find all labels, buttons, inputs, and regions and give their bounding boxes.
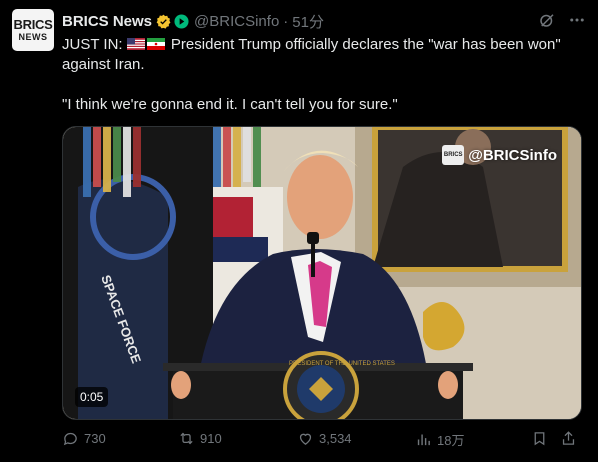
- repost-icon: [180, 432, 193, 445]
- views-button[interactable]: 18万: [415, 430, 464, 449]
- post-time[interactable]: 51分: [292, 11, 324, 32]
- action-bar: 730 910 3,534 18万: [62, 430, 580, 450]
- like-button[interactable]: 3,534: [297, 430, 352, 447]
- bookmark-button[interactable]: [531, 430, 548, 447]
- brics-logo-icon: BRICS: [442, 145, 465, 165]
- reply-icon: [63, 432, 77, 446]
- watermark-text: @BRICSinfo: [468, 146, 557, 164]
- us-flag-icon: [126, 38, 145, 50]
- views-icon: [417, 434, 430, 446]
- reply-button[interactable]: 730: [62, 430, 106, 447]
- avatar-bottom-text: NEWS: [18, 32, 48, 42]
- video-duration: 0:05: [75, 387, 109, 407]
- share-button[interactable]: [560, 430, 577, 447]
- post-text: JUST IN: President Trump officially decl…: [62, 35, 582, 115]
- just-in-label: JUST IN:: [62, 36, 123, 53]
- separator-dot: ·: [283, 12, 289, 30]
- heart-icon: [299, 433, 312, 445]
- iran-flag-icon: [146, 38, 165, 50]
- display-name[interactable]: BRICS News: [62, 13, 152, 30]
- bookmark-icon: [534, 432, 545, 446]
- share-icon: [562, 431, 575, 445]
- more-options-icon[interactable]: [568, 11, 586, 29]
- views-count: 18万: [437, 433, 465, 448]
- video-watermark: BRICS @BRICSinfo: [442, 145, 557, 165]
- subscription-badge-icon: [174, 13, 189, 29]
- post-line-2: against Iran.: [62, 56, 145, 73]
- seal-text: PRESIDENT OF THE UNITED STATES: [289, 361, 395, 367]
- like-count: 3,534: [319, 431, 352, 446]
- video-frame: SPACE FORCE PRESIDENT OF THE UNITED STAT…: [63, 127, 581, 419]
- grok-icon[interactable]: [538, 11, 556, 29]
- post-line-1: President Trump officially declares the …: [170, 36, 561, 53]
- repost-count: 910: [200, 431, 222, 446]
- avatar[interactable]: BRICS NEWS: [12, 9, 54, 51]
- reply-count: 730: [84, 431, 106, 446]
- avatar-top-text: BRICS: [13, 17, 53, 32]
- post-quote: "I think we're gonna end it. I can't tel…: [62, 96, 398, 113]
- video-player[interactable]: SPACE FORCE PRESIDENT OF THE UNITED STAT…: [62, 126, 582, 420]
- verified-badge-icon[interactable]: [156, 14, 171, 29]
- repost-button[interactable]: 910: [178, 430, 222, 447]
- post-header: BRICS News @BRICSinfo · 51分: [62, 11, 586, 31]
- account-handle[interactable]: @BRICSinfo: [194, 13, 279, 30]
